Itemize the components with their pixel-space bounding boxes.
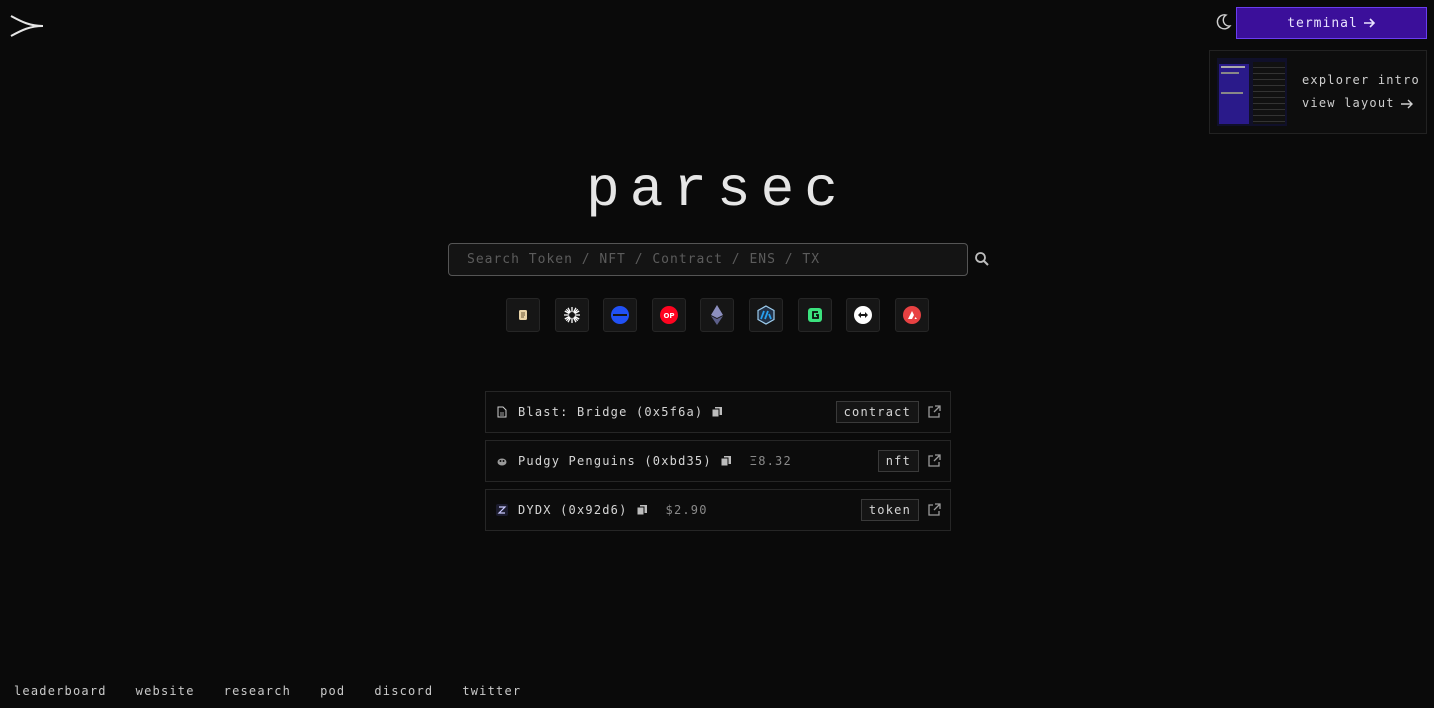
footer-link-research[interactable]: research <box>224 684 291 698</box>
dydx-icon <box>496 504 508 516</box>
result-price: $2.90 <box>665 503 708 517</box>
terminal-button-label: terminal <box>1287 15 1358 31</box>
chain-optimism[interactable]: OP <box>651 298 686 332</box>
page: terminal explorer intro view layout pars… <box>0 0 1434 708</box>
arbitrum-icon <box>757 305 775 325</box>
footer-link-website[interactable]: website <box>136 684 195 698</box>
chain-base[interactable] <box>603 298 638 332</box>
view-layout-link[interactable]: view layout <box>1302 92 1395 115</box>
result-label[interactable]: DYDX (0x92d6) <box>518 503 628 517</box>
external-link-icon[interactable] <box>927 503 941 517</box>
copy-icon[interactable] <box>636 504 648 516</box>
search-input[interactable] <box>448 243 968 276</box>
result-label[interactable]: Pudgy Penguins (0xbd35) <box>518 454 712 468</box>
type-badge: token <box>860 499 919 521</box>
chain-bnb[interactable] <box>846 298 881 332</box>
svg-text:OP: OP <box>663 312 674 320</box>
arrow-right-icon <box>1400 99 1413 108</box>
footer-nav: leaderboard website research pod discord… <box>14 684 521 698</box>
celestia-icon <box>563 307 580 323</box>
bnb-icon <box>854 306 873 324</box>
result-row-token[interactable]: DYDX (0x92d6) $2.90 token <box>485 489 951 531</box>
chain-ethereum[interactable] <box>700 298 735 332</box>
chain-arbitrum[interactable] <box>748 298 783 332</box>
document-icon <box>497 406 507 418</box>
avalanche-icon <box>902 306 921 324</box>
external-link-icon[interactable] <box>927 405 941 419</box>
search-icon[interactable] <box>974 251 990 267</box>
explorer-intro-card[interactable]: explorer intro view layout <box>1209 50 1427 134</box>
type-badge: contract <box>835 401 919 423</box>
result-price: Ξ8.32 <box>749 454 792 468</box>
result-label[interactable]: Blast: Bridge (0x5f6a) <box>518 405 703 419</box>
parsec-logo-icon[interactable] <box>10 14 44 38</box>
type-badge: nft <box>877 450 919 472</box>
copy-icon[interactable] <box>711 406 723 418</box>
brand-title: parsec <box>586 158 848 222</box>
chain-celestia[interactable] <box>554 298 589 332</box>
arrow-right-icon <box>1363 18 1375 28</box>
footer-link-pod[interactable]: pod <box>320 684 345 698</box>
base-icon <box>611 306 630 324</box>
penguin-icon <box>497 458 507 466</box>
chain-gnosis[interactable] <box>797 298 832 332</box>
external-link-icon[interactable] <box>927 454 941 468</box>
gnosis-icon <box>807 308 822 322</box>
optimism-icon: OP <box>659 306 678 324</box>
chain-scroll[interactable] <box>506 298 540 332</box>
chain-avalanche[interactable] <box>894 298 929 332</box>
footer-link-discord[interactable]: discord <box>374 684 433 698</box>
copy-icon[interactable] <box>720 455 732 467</box>
result-row-contract[interactable]: Blast: Bridge (0x5f6a) contract <box>485 391 951 433</box>
intro-title: explorer intro <box>1302 73 1420 87</box>
result-row-nft[interactable]: Pudgy Penguins (0xbd35) Ξ8.32 nft <box>485 440 951 482</box>
terminal-button[interactable]: terminal <box>1236 7 1427 39</box>
footer-link-twitter[interactable]: twitter <box>462 684 521 698</box>
chain-selector: OP <box>506 298 929 332</box>
scroll-icon <box>519 310 527 320</box>
footer-link-leaderboard[interactable]: leaderboard <box>14 684 107 698</box>
moon-icon[interactable] <box>1214 13 1232 31</box>
ethereum-icon <box>711 305 724 325</box>
layout-thumbnail <box>1217 58 1287 126</box>
